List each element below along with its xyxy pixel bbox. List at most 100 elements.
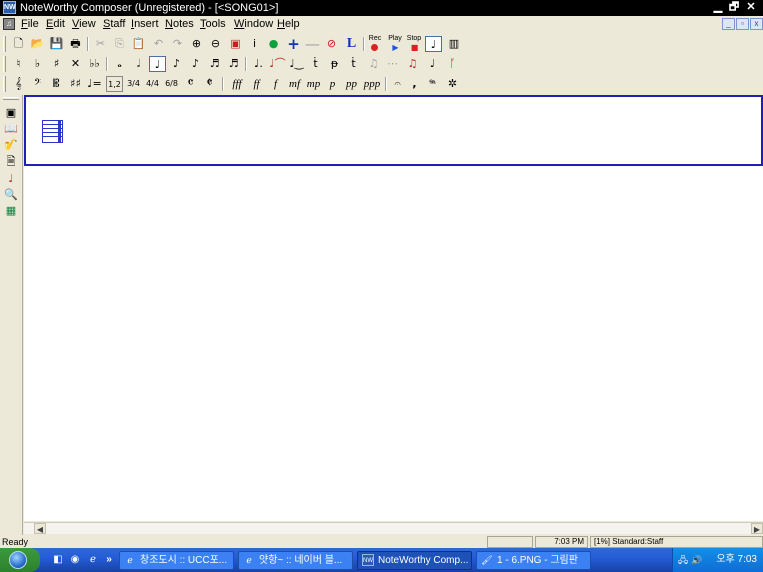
common-time-icon[interactable]: 𝄴 [182, 76, 199, 92]
pedal-icon[interactable]: 𝆮 [424, 76, 441, 92]
treble-clef-icon[interactable]: 𝄞 [10, 76, 27, 92]
beam-icon[interactable]: ♫ [404, 56, 421, 72]
record-icon[interactable] [371, 44, 378, 51]
print-icon[interactable]: 🖶 [67, 36, 84, 52]
dynamic-fff[interactable]: fff [227, 76, 247, 92]
toolbar-grip[interactable] [3, 56, 6, 72]
eighth-note-icon[interactable]: ♪ [168, 56, 185, 72]
grace-note-icon[interactable]: ♩ [424, 56, 441, 72]
clock[interactable]: 오후 7:03 [716, 554, 757, 566]
mdi-close-button[interactable]: x [750, 18, 763, 30]
zoom-out-icon[interactable]: ⊖ [207, 36, 224, 52]
staccato-icon[interactable]: ṫ [307, 56, 324, 72]
key-signature-icon[interactable]: ♯♯ [67, 76, 84, 92]
globe-icon[interactable]: ● [265, 36, 282, 52]
mute-icon[interactable]: ⊘ [323, 36, 340, 52]
dynamic-pp[interactable]: pp [343, 76, 360, 92]
task-button-2[interactable]: ℯ 얏항~ :: 네이버 블... [238, 551, 353, 570]
sixteenth-note-icon[interactable]: ♪ [187, 56, 204, 72]
toolbar-grip[interactable] [3, 76, 6, 92]
document-icon[interactable]: ♫ [3, 18, 15, 30]
staff-select-icon[interactable]: ♩ [425, 36, 442, 52]
tempo-icon[interactable]: ♩= [86, 76, 103, 92]
find-icon[interactable]: 🔍 [3, 187, 19, 202]
quarter-note-icon[interactable]: ♩ [149, 56, 166, 72]
score-document[interactable] [24, 95, 763, 521]
menu-view[interactable]: View [72, 18, 96, 31]
title-bar[interactable]: NW NoteWorthy Composer (Unregistered) - … [0, 0, 763, 16]
scroll-right-icon[interactable]: ▶ [751, 523, 763, 534]
dynamic-mf[interactable]: mf [286, 76, 303, 92]
menu-edit[interactable]: Edit [46, 18, 65, 31]
alto-clef-icon[interactable]: 𝄡 [48, 76, 65, 92]
restore-button[interactable]: 🗗 [726, 1, 742, 14]
sharp-icon[interactable]: ♯ [48, 56, 65, 72]
sixtyfourth-note-icon[interactable]: ♬ [225, 56, 242, 72]
transpose-icon[interactable]: ▣ [227, 36, 244, 52]
save-icon[interactable]: 💾 [48, 36, 65, 52]
volume-icon[interactable]: 🔊 [691, 554, 703, 566]
plus-icon[interactable]: + [285, 36, 302, 52]
time-sig-34-icon[interactable]: 3/4 [125, 76, 142, 92]
menu-file[interactable]: File [21, 18, 39, 31]
quicklaunch-ie-icon[interactable]: ℯ [86, 553, 100, 567]
dotted-note-icon[interactable]: ♩. [250, 56, 267, 72]
app-icon[interactable]: NW [3, 1, 16, 14]
quicklaunch-desktop-icon[interactable]: ◧ [51, 553, 65, 567]
half-note-icon[interactable]: 𝅗𝅥 [130, 56, 147, 72]
open-icon[interactable]: 📂 [29, 36, 46, 52]
quicklaunch-chevron[interactable]: » [102, 553, 116, 567]
ending-icon[interactable]: 1,2 [106, 76, 123, 92]
dynamic-f[interactable]: f [267, 76, 284, 92]
scroll-left-icon[interactable]: ◀ [34, 523, 46, 534]
network-icon[interactable]: 🖧 [677, 554, 689, 566]
copy-icon[interactable]: ⎘ [111, 36, 128, 52]
task-button-1[interactable]: ℯ 창조도시 :: UCC포... [119, 551, 234, 570]
book-icon[interactable]: 📖 [3, 121, 19, 136]
undo-icon[interactable]: ↶ [150, 36, 167, 52]
keyboard-icon[interactable]: ▥ [444, 36, 464, 52]
menu-tools[interactable]: Tools [200, 18, 226, 31]
double-sharp-icon[interactable]: ✕ [67, 56, 84, 72]
mdi-minimize-button[interactable]: _ [722, 18, 735, 30]
start-button[interactable] [0, 548, 40, 572]
menu-help[interactable]: Help [277, 18, 300, 31]
menu-notes[interactable]: Notes [165, 18, 194, 31]
stem-icon[interactable]: ᚪ [444, 56, 461, 72]
minimize-button[interactable]: ▁ [710, 1, 726, 14]
triplet-icon[interactable]: ♫ [365, 56, 382, 72]
flat-icon[interactable]: ♭ [29, 56, 46, 72]
breath-mark-icon[interactable]: , [406, 76, 423, 92]
page-setup-icon[interactable]: 🗎 [3, 154, 19, 169]
instrument-icon[interactable]: 🎷 [3, 137, 19, 152]
dynamic-mp[interactable]: mp [305, 76, 322, 92]
note-color-icon[interactable]: ♩ [3, 171, 19, 186]
double-flat-icon[interactable]: ♭♭ [86, 56, 103, 72]
whole-note-icon[interactable]: 𝅝 [111, 56, 128, 72]
cut-icon[interactable]: ✂ [92, 36, 109, 52]
paste-icon[interactable]: 📋 [130, 36, 147, 52]
task-button-3[interactable]: NW NoteWorthy Comp... [357, 551, 472, 570]
menu-staff[interactable]: Staff [103, 18, 125, 31]
fermata-icon[interactable]: 𝄐 [389, 76, 406, 92]
dynamic-ff[interactable]: ff [248, 76, 265, 92]
toolbar-grip[interactable] [3, 36, 6, 52]
staff-properties-icon[interactable]: ▣ [3, 105, 19, 120]
tenuto-icon[interactable]: ṫ [345, 56, 362, 72]
view-grid-icon[interactable]: ▦ [3, 203, 19, 218]
info-icon[interactable]: i [246, 36, 263, 52]
cut-time-icon[interactable]: 𝄵 [201, 76, 218, 92]
bass-clef-icon[interactable]: 𝄢 [29, 76, 46, 92]
redo-icon[interactable]: ↷ [169, 36, 186, 52]
thirtysecond-note-icon[interactable]: ♬ [206, 56, 223, 72]
minus-icon[interactable]: — [304, 36, 321, 52]
toolbar-grip[interactable] [3, 97, 19, 100]
layout-icon[interactable]: L [343, 36, 360, 52]
tie-icon[interactable]: ♩⌒ [269, 56, 286, 72]
accent-icon[interactable]: ᵽ [326, 56, 343, 72]
menu-window[interactable]: Window [234, 18, 273, 31]
zoom-in-icon[interactable]: ⊕ [188, 36, 205, 52]
staff-area[interactable] [24, 95, 763, 166]
natural-icon[interactable]: ♮ [10, 56, 27, 72]
mdi-restore-button[interactable]: ▫ [736, 18, 749, 30]
